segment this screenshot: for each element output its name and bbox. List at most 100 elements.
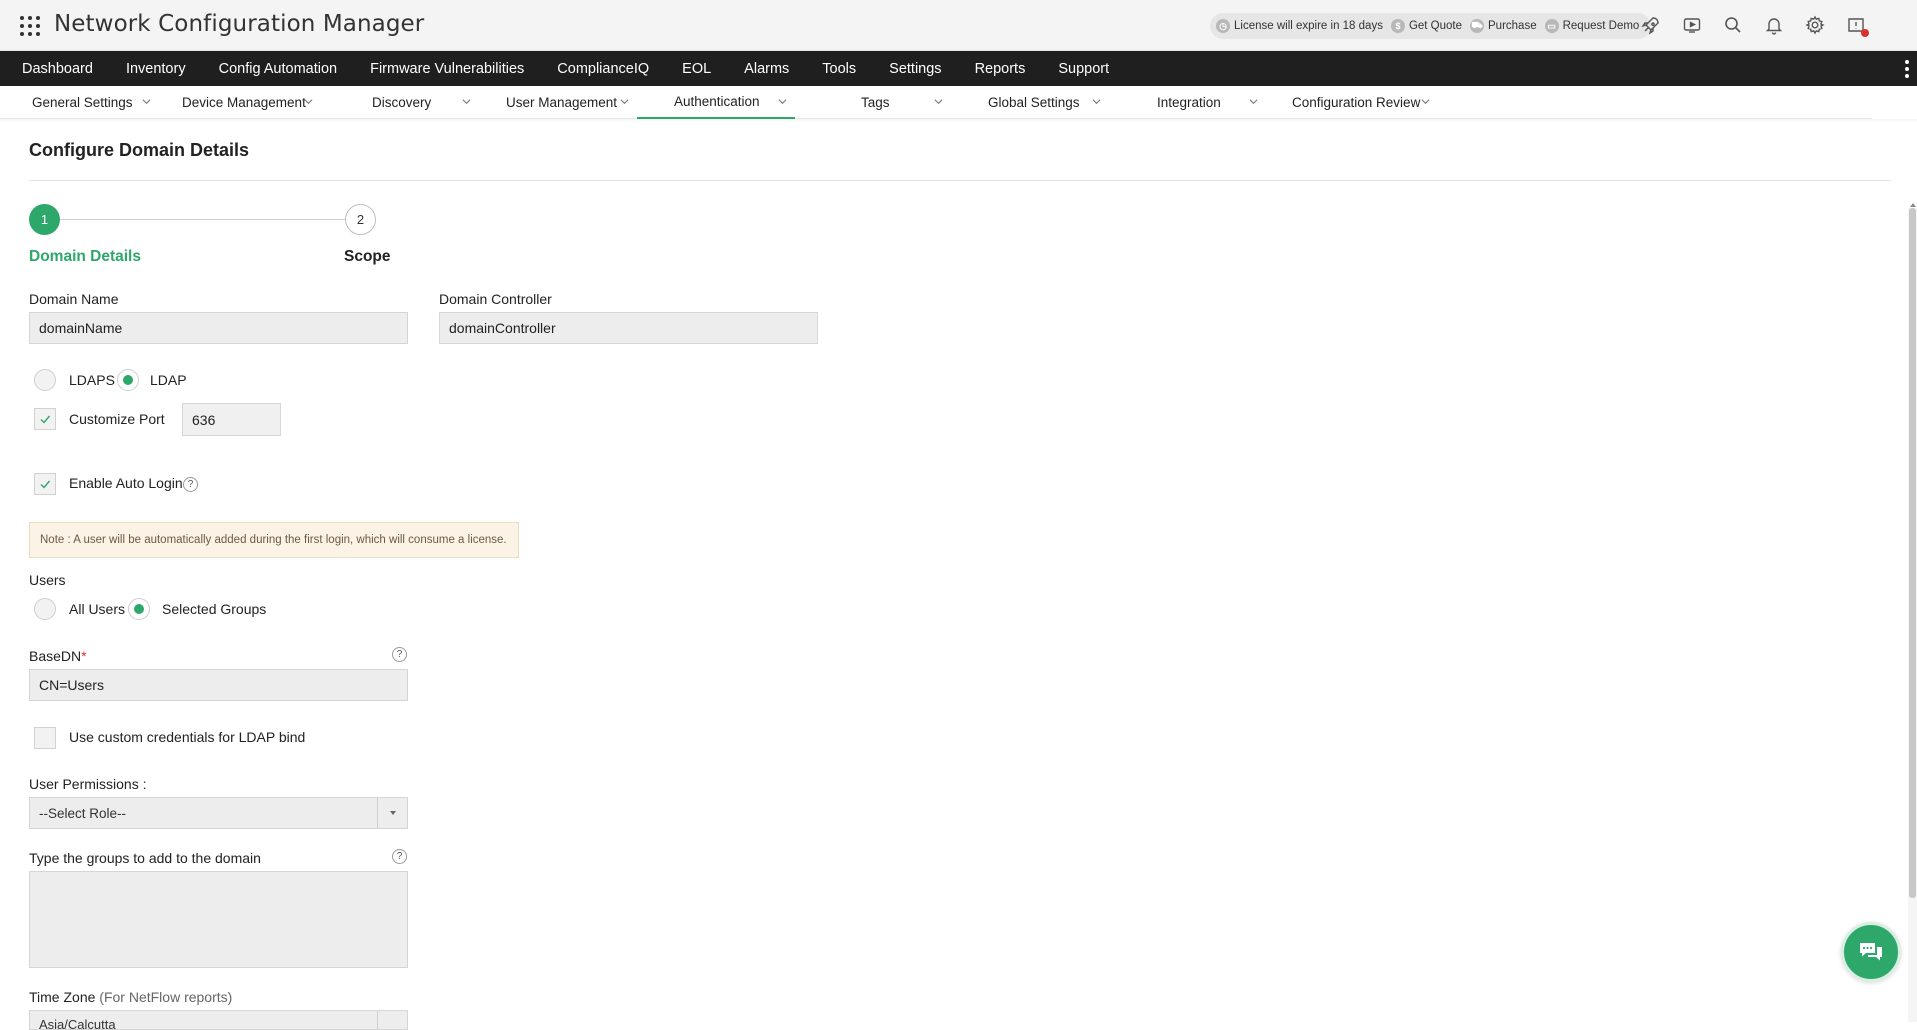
gear-icon[interactable] [1804,14,1826,36]
chevron-down-icon [620,99,629,105]
title-divider [29,180,1891,181]
nav-reports[interactable]: Reports [964,51,1037,86]
subnav-label: Configuration Review [1292,95,1421,110]
customize-port-checkbox[interactable] [34,408,56,430]
bell-icon[interactable] [1763,14,1785,36]
purchase-link[interactable]: ⛟ Purchase [1470,19,1537,33]
help-icon[interactable]: ? [392,647,407,662]
nav-dashboard[interactable]: Dashboard [11,51,104,86]
domain-controller-label: Domain Controller [439,291,552,307]
video-icon[interactable] [1681,14,1703,36]
license-item[interactable]: ◷ License will expire in 18 days [1216,19,1383,33]
nav-config-automation[interactable]: Config Automation [208,51,349,86]
subnav-configuration-review[interactable]: Configuration Review [1292,86,1442,119]
help-icon[interactable]: ? [392,849,407,864]
step-1-circle[interactable]: 1 [29,204,60,235]
check-icon [40,415,51,424]
page-scrollbar-thumb[interactable] [1909,208,1916,898]
subnav-shadow [0,119,1917,122]
subnav-label: Integration [1157,95,1221,110]
chevron-down-icon [778,99,787,105]
user-permissions-select[interactable]: --Select Role-- [29,797,408,829]
more-options-icon[interactable] [1905,60,1909,78]
get-quote-link[interactable]: $ Get Quote [1390,19,1462,33]
step-1-label[interactable]: Domain Details [29,248,141,266]
subnav-global-settings[interactable]: Global Settings [988,86,1104,119]
custom-credentials-checkbox[interactable] [34,727,56,749]
nav-settings[interactable]: Settings [878,51,952,86]
app-grid-icon[interactable] [20,16,40,36]
license-text: License will expire in 18 days [1234,20,1383,32]
nav-alarms[interactable]: Alarms [733,51,800,86]
step-2-circle[interactable]: 2 [345,204,376,235]
chevron-down-icon [462,99,471,105]
user-permissions-value: --Select Role-- [39,805,127,821]
step-2-label[interactable]: Scope [344,248,391,266]
subnav-device-management[interactable]: Device Management [182,86,318,119]
chevron-down-icon [1092,99,1101,105]
request-demo-link[interactable]: ▭ Request Demo [1544,19,1640,33]
required-marker: * [81,648,87,664]
groups-textarea[interactable] [29,871,408,968]
ldaps-radio[interactable] [34,369,56,391]
timezone-hint: (For NetFlow reports) [99,989,233,1005]
chevron-down-icon [1249,99,1258,105]
domain-controller-input[interactable]: domainController [439,312,818,344]
check-icon [40,480,51,489]
chat-icon [1860,943,1882,961]
subnav-user-management[interactable]: User Management [506,86,632,119]
nav-eol[interactable]: EOL [671,51,722,86]
nav-complianceiq[interactable]: ComplianceIQ [546,51,660,86]
subnav-integration[interactable]: Integration [1157,86,1265,119]
chat-button[interactable] [1841,922,1901,982]
help-icon[interactable]: ? [183,477,198,492]
basedn-label-text: BaseDN [29,648,82,664]
request-demo-label: Request Demo [1562,20,1640,32]
nav-tools[interactable]: Tools [811,51,867,86]
ldap-radio[interactable] [117,369,139,391]
nav-firmware-vulnerabilities[interactable]: Firmware Vulnerabilities [359,51,535,86]
port-input[interactable]: 636 [182,403,281,436]
domain-name-input[interactable]: domainName [29,312,408,344]
nav-inventory[interactable]: Inventory [115,51,197,86]
timezone-value: Asia/Calcutta [39,1017,116,1030]
chevron-down-icon [142,99,151,105]
alert-shield-icon[interactable] [1845,14,1869,37]
chevron-down-icon [304,99,313,105]
selected-groups-label: Selected Groups [162,601,267,617]
user-permissions-label: User Permissions : [29,776,147,792]
ldap-label: LDAP [150,372,187,388]
search-icon[interactable] [1722,14,1744,36]
subnav-label: Device Management [182,95,306,110]
groups-label: Type the groups to add to the domain [29,850,261,866]
basedn-input[interactable]: CN=Users [29,669,408,701]
subnav-tags[interactable]: Tags [861,86,947,119]
nav-support[interactable]: Support [1047,51,1120,86]
license-bar: ◷ License will expire in 18 days $ Get Q… [1210,13,1652,39]
custom-credentials-label: Use custom credentials for LDAP bind [69,729,306,745]
auto-login-label: Enable Auto Login [69,475,183,491]
timezone-select[interactable]: Asia/Calcutta [29,1010,408,1030]
monitor-icon: ▭ [1544,19,1559,33]
subnav-authentication[interactable]: Authentication [637,86,795,119]
chevron-down-icon [1421,99,1430,105]
purchase-label: Purchase [1488,20,1537,32]
scroll-up-arrow-icon[interactable] [1910,203,1916,207]
dollar-icon: $ [1390,19,1405,33]
all-users-radio[interactable] [34,598,56,620]
subnav-general-settings[interactable]: General Settings [32,86,154,119]
timezone-label: Time Zone (For NetFlow reports) [29,989,232,1005]
all-users-label: All Users [69,601,126,617]
basedn-label: BaseDN* [29,648,87,664]
subnav-label: General Settings [32,95,133,110]
ldaps-label: LDAPS [69,372,115,388]
rocket-icon[interactable] [1640,14,1662,36]
domain-name-label: Domain Name [29,291,119,307]
auto-login-checkbox[interactable] [34,473,56,495]
selected-groups-radio[interactable] [128,598,150,620]
customize-port-label: Customize Port [69,411,165,427]
chevron-down-icon [934,99,943,105]
subnav-discovery[interactable]: Discovery [372,86,474,119]
sub-nav: General Settings Device Management Disco… [0,86,1872,119]
subnav-label: Discovery [372,95,432,110]
